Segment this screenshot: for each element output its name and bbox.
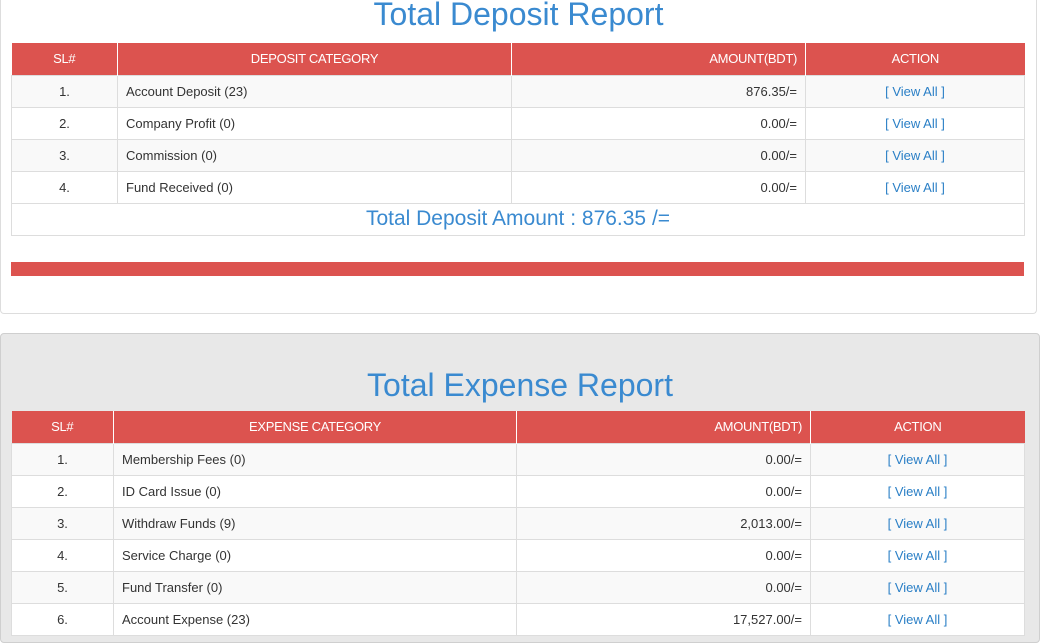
view-all-link[interactable]: [ View All ] <box>888 516 948 531</box>
header-deposit-category: DEPOSIT CATEGORY <box>117 43 512 75</box>
view-all-link[interactable]: [ View All ] <box>885 148 945 163</box>
view-all-link[interactable]: [ View All ] <box>888 580 948 595</box>
row-sl: 3. <box>11 506 114 540</box>
table-row: 3. Withdraw Funds (9) 2,013.00/= [ View … <box>11 506 1025 540</box>
table-row: 6. Account Expense (23) 17,527.00/= [ Vi… <box>11 602 1025 636</box>
deposit-footer-bar <box>11 262 1024 276</box>
header-action: ACTION <box>805 43 1025 75</box>
expense-table-header: SL# EXPENSE CATEGORY AMOUNT(BDT) ACTION <box>11 411 1025 443</box>
deposit-total-row: Total Deposit Amount : 876.35 /= <box>11 202 1025 236</box>
row-category: Account Deposit (23) <box>117 74 512 108</box>
row-sl: 2. <box>11 474 114 508</box>
row-action-cell: [ View All ] <box>810 570 1025 604</box>
deposit-total-amount: Total Deposit Amount : 876.35 /= <box>365 207 671 230</box>
row-sl: 5. <box>11 570 114 604</box>
row-action-cell: [ View All ] <box>810 442 1025 476</box>
expense-table: SL# EXPENSE CATEGORY AMOUNT(BDT) ACTION … <box>11 411 1025 636</box>
row-action-cell: [ View All ] <box>810 474 1025 508</box>
row-category: Fund Received (0) <box>117 170 512 204</box>
row-sl: 4. <box>11 538 114 572</box>
row-action-cell: [ View All ] <box>805 170 1025 204</box>
row-action-cell: [ View All ] <box>805 74 1025 108</box>
header-action: ACTION <box>810 411 1025 443</box>
header-sl: SL# <box>11 411 114 443</box>
view-all-link[interactable]: [ View All ] <box>888 484 948 499</box>
deposit-total-cell: Total Deposit Amount : 876.35 /= <box>11 202 1025 236</box>
row-action-cell: [ View All ] <box>805 106 1025 140</box>
expense-report-panel: Total Expense Report SL# EXPENSE CATEGOR… <box>0 333 1040 643</box>
row-action-cell: [ View All ] <box>810 506 1025 540</box>
deposit-report-panel: Total Deposit Report SL# DEPOSIT CATEGOR… <box>0 0 1037 314</box>
view-all-link[interactable]: [ View All ] <box>888 612 948 627</box>
view-all-link[interactable]: [ View All ] <box>885 116 945 131</box>
row-amount: 0.00/= <box>516 570 811 604</box>
row-amount: 0.00/= <box>511 170 806 204</box>
header-expense-category: EXPENSE CATEGORY <box>113 411 517 443</box>
header-amount: AMOUNT(BDT) <box>516 411 811 443</box>
row-action-cell: [ View All ] <box>810 538 1025 572</box>
row-amount: 0.00/= <box>516 474 811 508</box>
row-amount: 0.00/= <box>511 106 806 140</box>
row-category: Commission (0) <box>117 138 512 172</box>
expense-report-title: Total Expense Report <box>367 367 673 403</box>
row-sl: 4. <box>11 170 118 204</box>
row-amount: 17,527.00/= <box>516 602 811 636</box>
row-category: Membership Fees (0) <box>113 442 517 476</box>
table-row: 4. Service Charge (0) 0.00/= [ View All … <box>11 538 1025 572</box>
row-sl: 6. <box>11 602 114 636</box>
row-sl: 1. <box>11 442 114 476</box>
row-category: Withdraw Funds (9) <box>113 506 517 540</box>
header-amount: AMOUNT(BDT) <box>511 43 806 75</box>
table-row: 1. Membership Fees (0) 0.00/= [ View All… <box>11 442 1025 476</box>
row-amount: 2,013.00/= <box>516 506 811 540</box>
row-sl: 3. <box>11 138 118 172</box>
view-all-link[interactable]: [ View All ] <box>885 180 945 195</box>
table-row: 2. ID Card Issue (0) 0.00/= [ View All ] <box>11 474 1025 508</box>
deposit-table-header: SL# DEPOSIT CATEGORY AMOUNT(BDT) ACTION <box>11 43 1025 75</box>
deposit-report-title: Total Deposit Report <box>373 0 664 32</box>
row-amount: 0.00/= <box>516 442 811 476</box>
row-amount: 0.00/= <box>516 538 811 572</box>
row-sl: 2. <box>11 106 118 140</box>
row-category: Service Charge (0) <box>113 538 517 572</box>
row-amount: 876.35/= <box>511 74 806 108</box>
row-sl: 1. <box>11 74 118 108</box>
table-row: 1. Account Deposit (23) 876.35/= [ View … <box>11 74 1025 108</box>
view-all-link[interactable]: [ View All ] <box>885 84 945 99</box>
row-category: Fund Transfer (0) <box>113 570 517 604</box>
row-category: ID Card Issue (0) <box>113 474 517 508</box>
row-action-cell: [ View All ] <box>805 138 1025 172</box>
table-row: 4. Fund Received (0) 0.00/= [ View All ] <box>11 170 1025 204</box>
row-amount: 0.00/= <box>511 138 806 172</box>
view-all-link[interactable]: [ View All ] <box>888 548 948 563</box>
view-all-link[interactable]: [ View All ] <box>888 452 948 467</box>
row-category: Company Profit (0) <box>117 106 512 140</box>
deposit-table: SL# DEPOSIT CATEGORY AMOUNT(BDT) ACTION … <box>11 43 1025 236</box>
header-sl: SL# <box>11 43 118 75</box>
table-row: 3. Commission (0) 0.00/= [ View All ] <box>11 138 1025 172</box>
table-row: 2. Company Profit (0) 0.00/= [ View All … <box>11 106 1025 140</box>
table-row: 5. Fund Transfer (0) 0.00/= [ View All ] <box>11 570 1025 604</box>
row-action-cell: [ View All ] <box>810 602 1025 636</box>
row-category: Account Expense (23) <box>113 602 517 636</box>
